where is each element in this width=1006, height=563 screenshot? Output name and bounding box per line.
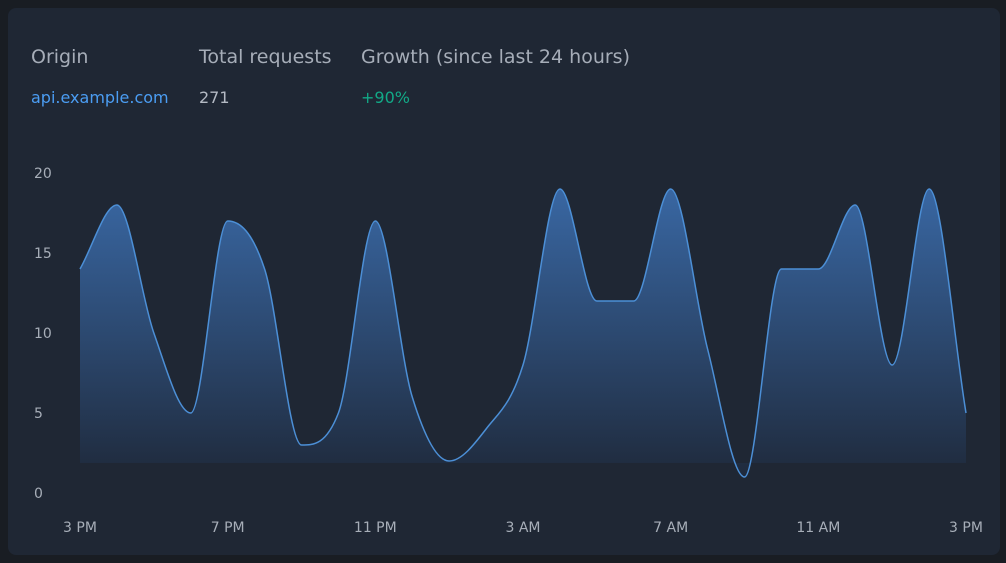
y-tick-label: 10 [34, 326, 52, 342]
x-tick-label: 7 AM [653, 520, 688, 536]
requests-area-chart: 20 15 10 5 0 3 PM 7 PM 11 PM 3 AM 7 AM 11 AM 3 PM [34, 166, 983, 536]
x-axis: 3 PM 7 PM 11 PM 3 AM 7 AM 11 AM 3 PM [63, 520, 983, 536]
x-tick-label: 3 PM [63, 520, 97, 536]
y-axis: 20 15 10 5 0 [34, 166, 52, 502]
x-tick-label: 11 AM [796, 520, 840, 536]
x-tick-label: 3 AM [505, 520, 540, 536]
y-tick-label: 20 [34, 166, 52, 182]
y-tick-label: 5 [34, 406, 43, 422]
x-tick-label: 3 PM [949, 520, 983, 536]
y-tick-label: 0 [34, 486, 43, 502]
requests-area [80, 189, 966, 477]
x-tick-label: 11 PM [354, 520, 397, 536]
x-tick-label: 7 PM [211, 520, 245, 536]
y-tick-label: 15 [34, 246, 52, 262]
